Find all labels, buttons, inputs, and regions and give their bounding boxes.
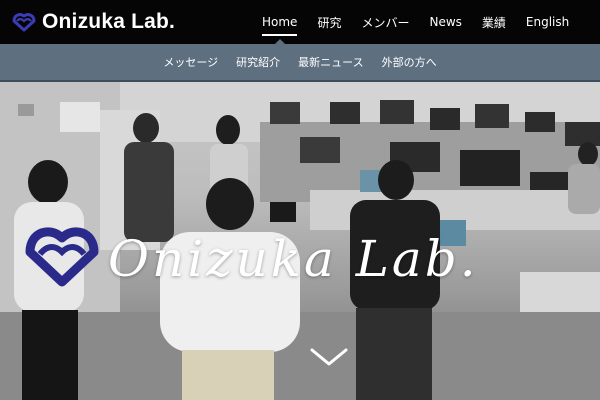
nav-research-label: 研究 xyxy=(317,15,342,30)
subnav-research-intro[interactable]: 研究紹介 xyxy=(236,54,280,70)
nav-english-label: English xyxy=(525,15,570,29)
nav-news-label: News xyxy=(429,15,462,29)
hero-title: Onizuka Lab. xyxy=(108,230,479,288)
nav-home[interactable]: Home xyxy=(262,0,298,44)
nav-members[interactable]: メンバー xyxy=(361,0,409,44)
nav-english[interactable]: English xyxy=(526,0,569,44)
nav-members-label: メンバー xyxy=(361,15,410,30)
sub-nav: メッセージ 研究紹介 最新ニュース 外部の方へ xyxy=(0,44,600,82)
hero-section: Onizuka Lab. xyxy=(0,82,600,400)
subnav-latest-news[interactable]: 最新ニュース xyxy=(298,54,363,70)
top-navbar: Onizuka Lab. Home 研究 メンバー News 業績 Englis… xyxy=(0,0,600,44)
nav-publications-label: 業績 xyxy=(481,15,506,30)
nav-research[interactable]: 研究 xyxy=(317,0,341,44)
lab-logo-icon xyxy=(12,13,36,32)
main-nav: Home 研究 メンバー News 業績 English xyxy=(262,0,589,44)
nav-home-label: Home xyxy=(262,15,298,29)
nav-publications[interactable]: 業績 xyxy=(482,0,506,44)
subnav-for-visitors[interactable]: 外部の方へ xyxy=(382,54,437,70)
brand-name: Onizuka Lab. xyxy=(42,10,176,33)
chevron-down-icon[interactable] xyxy=(309,347,349,367)
subnav-message[interactable]: メッセージ xyxy=(163,54,218,70)
brand-link[interactable]: Onizuka Lab. xyxy=(12,10,175,34)
nav-news[interactable]: News xyxy=(429,0,461,44)
